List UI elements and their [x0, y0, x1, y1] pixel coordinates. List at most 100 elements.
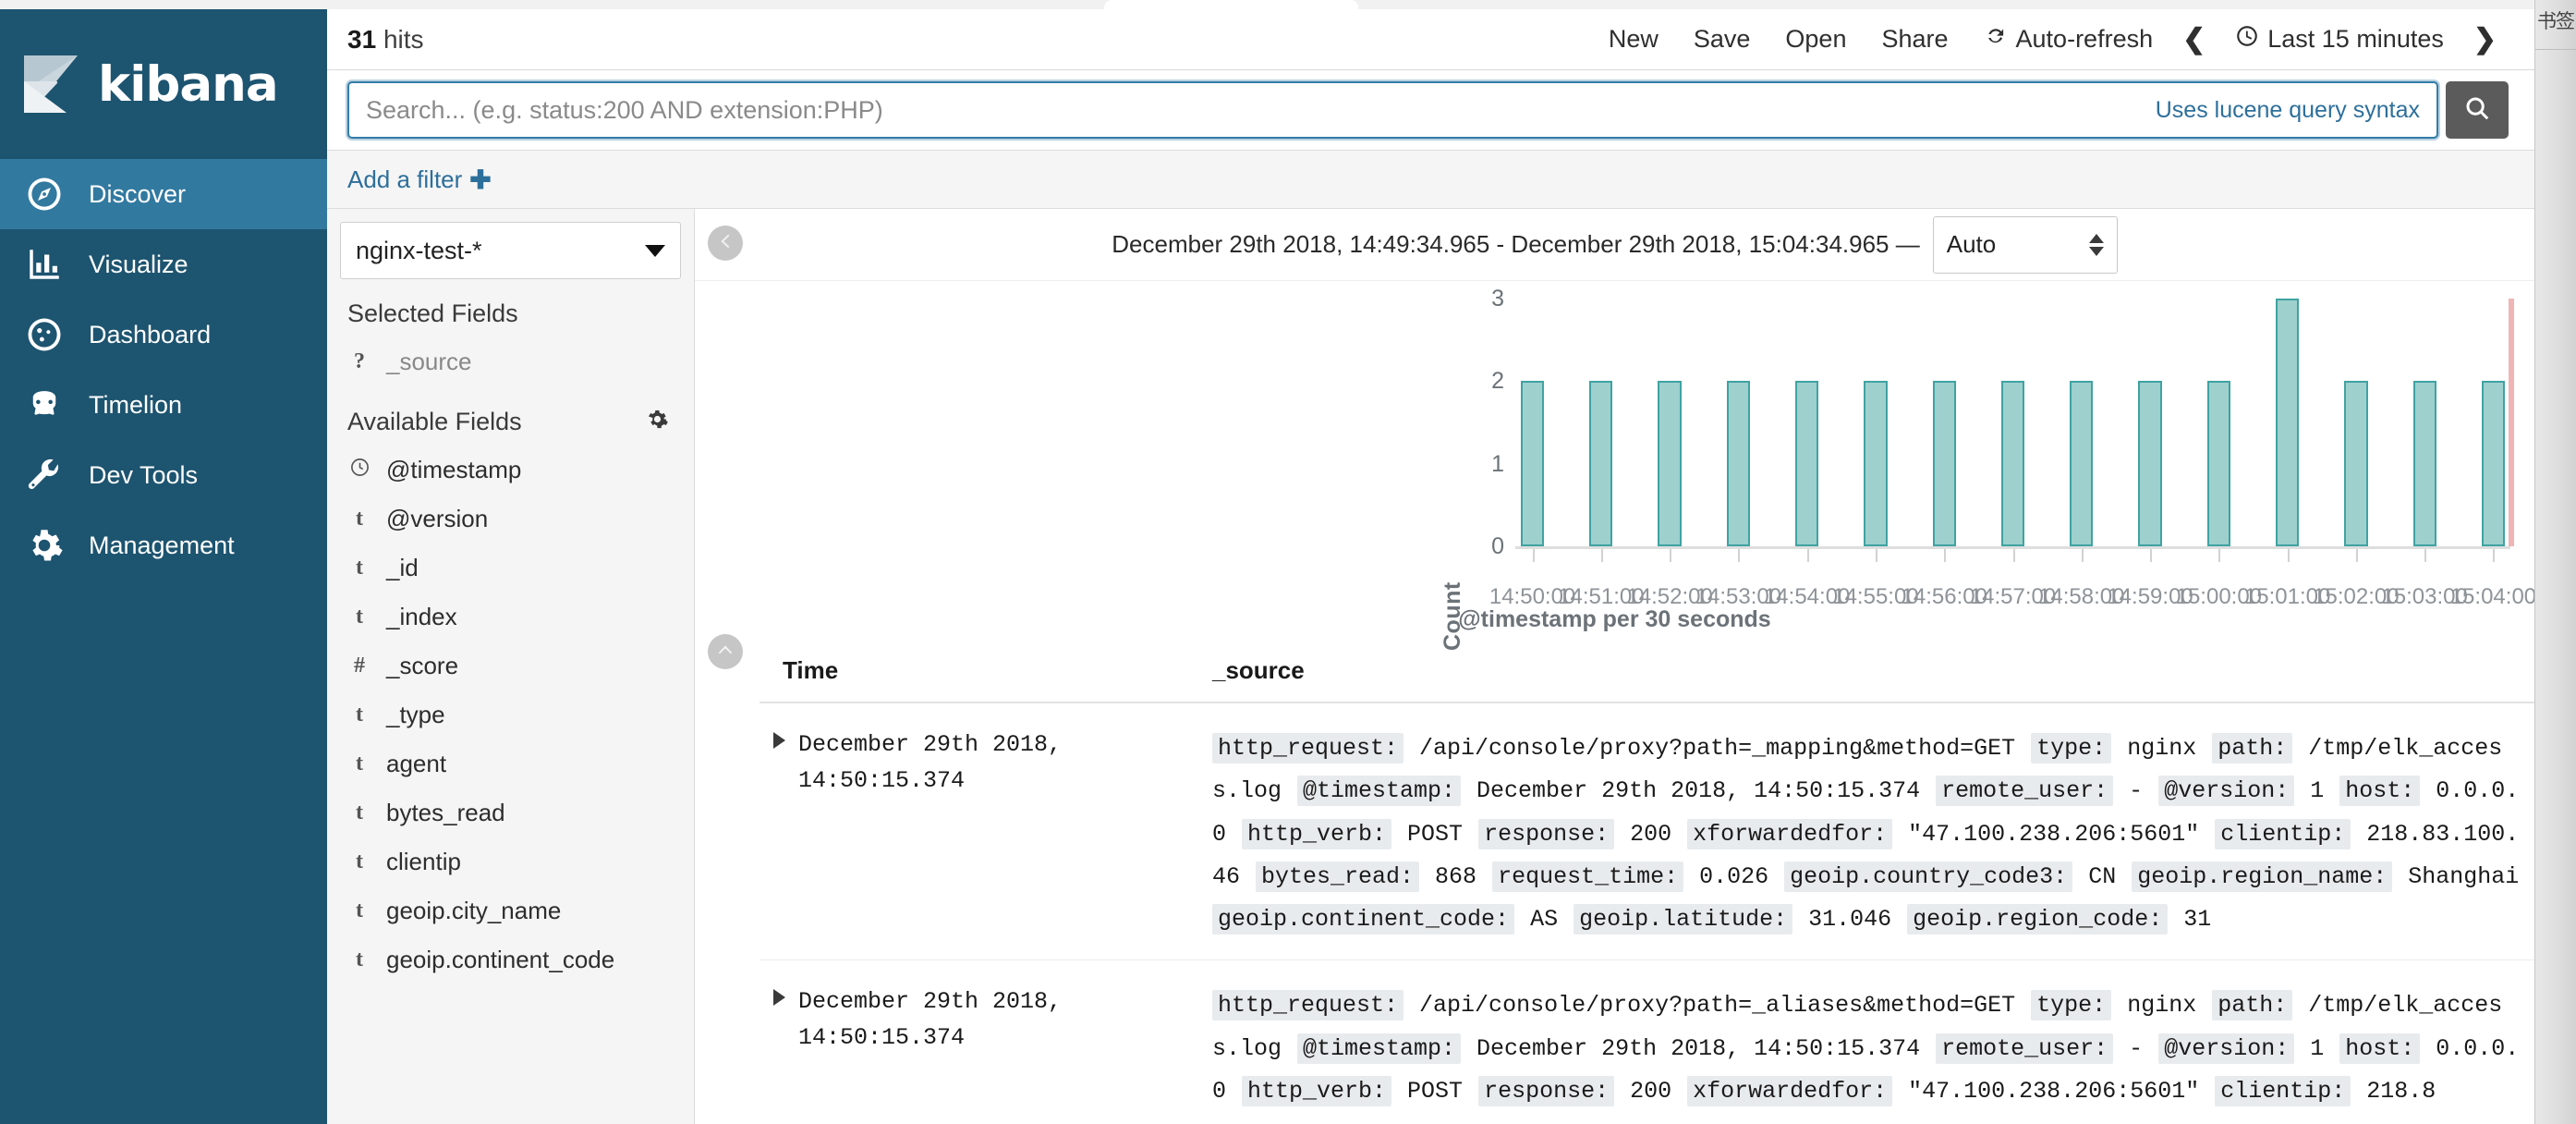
chart-plot-area[interactable]: 14:50:0014:51:0014:52:0014:53:0014:54:00…	[1515, 301, 2510, 549]
y-axis-tick-label: 1	[1458, 451, 1504, 478]
cell-time: December 29th 2018, 14:50:15.374	[798, 984, 1212, 1113]
field-name: agent	[386, 750, 446, 778]
histogram-bar[interactable]	[1658, 381, 1681, 546]
source-field-value: 31	[2168, 906, 2213, 933]
sidebar-item-visualize[interactable]: Visualize	[0, 229, 327, 299]
histogram-bar[interactable]	[1521, 381, 1544, 546]
field-item-score[interactable]: # _score	[327, 641, 694, 690]
sidebar-item-dashboard[interactable]: Dashboard	[0, 299, 327, 370]
field-type-string-icon: t	[347, 605, 371, 629]
gear-icon[interactable]	[645, 407, 670, 436]
chevron-left-icon	[715, 231, 735, 256]
field-item-geoip-city-name[interactable]: t geoip.city_name	[327, 886, 694, 935]
source-field-value: CN	[2072, 863, 2132, 890]
source-field-key: http_request:	[1212, 990, 1403, 1020]
field-item-agent[interactable]: t agent	[327, 739, 694, 788]
column-header-source[interactable]: _source	[1212, 656, 1305, 685]
field-type-string-icon: t	[347, 556, 371, 580]
top-bar: 31 hits New Save Open Share Auto-refresh…	[327, 9, 2534, 70]
source-field-value: nginx	[2111, 735, 2212, 762]
share-button[interactable]: Share	[1864, 25, 1965, 54]
sidebar-divider	[2535, 49, 2576, 50]
source-field-key: geoip.continent_code:	[1212, 904, 1514, 935]
field-item-geoip-continent-code[interactable]: t geoip.continent_code	[327, 935, 694, 984]
hits-label: hits	[383, 25, 424, 54]
histogram-bar[interactable]	[2344, 381, 2367, 546]
table-row[interactable]: December 29th 2018, 14:50:15.374http_req…	[759, 703, 2534, 960]
field-item-timestamp[interactable]: @timestamp	[327, 446, 694, 495]
auto-refresh-button[interactable]: Auto-refresh	[1966, 24, 2171, 55]
expand-row-button[interactable]	[759, 727, 798, 941]
x-axis-tickmark	[1944, 549, 1946, 562]
sidebar-item-label: Discover	[89, 180, 186, 209]
save-button[interactable]: Save	[1676, 25, 1768, 54]
x-axis-tickmark	[2082, 549, 2084, 562]
histogram-bar[interactable]	[1864, 381, 1887, 546]
browser-active-tab[interactable]	[1104, 0, 1358, 9]
histogram-bar[interactable]	[1727, 381, 1750, 546]
column-header-time[interactable]: Time	[759, 656, 1212, 685]
index-pattern-value: nginx-test-*	[356, 237, 482, 265]
field-name: _source	[386, 348, 472, 376]
histogram-bar[interactable]	[2413, 381, 2436, 546]
sidebar-item-discover[interactable]: Discover	[0, 159, 327, 229]
histogram-bar[interactable]	[2276, 299, 2299, 546]
field-name: _id	[386, 554, 419, 582]
histogram-chart[interactable]: Count 0123 14:50:0014:51:0014:52:0014:53…	[695, 281, 2534, 595]
interval-select[interactable]: Auto	[1933, 216, 2118, 274]
add-filter-button[interactable]: Add a filter ✚	[347, 165, 492, 195]
time-picker-label: Last 15 minutes	[2267, 25, 2444, 54]
table-row[interactable]: December 29th 2018, 14:50:15.374http_req…	[759, 960, 2534, 1124]
new-button[interactable]: New	[1591, 25, 1676, 54]
bookmarks-label: 书签	[2537, 11, 2576, 32]
histogram-bar[interactable]	[2070, 381, 2093, 546]
field-name: geoip.continent_code	[386, 946, 614, 974]
field-item-source[interactable]: ? _source	[327, 337, 694, 386]
field-type-string-icon: t	[347, 898, 371, 923]
sidebar-item-timelion[interactable]: Timelion	[0, 370, 327, 440]
query-input-wrapper[interactable]: Uses lucene query syntax	[347, 81, 2438, 139]
field-item-index[interactable]: t _index	[327, 593, 694, 641]
histogram-bar[interactable]	[2482, 381, 2505, 546]
sidebar-item-management[interactable]: Management	[0, 510, 327, 580]
timelion-icon	[24, 385, 65, 425]
source-field-value: POST	[1391, 1078, 1478, 1105]
source-field-value: 200	[1614, 1078, 1687, 1105]
field-item-version[interactable]: t @version	[327, 495, 694, 544]
time-next-button[interactable]: ❯	[2461, 23, 2509, 55]
expand-row-button[interactable]	[759, 984, 798, 1113]
new-button-label: New	[1609, 25, 1659, 54]
lucene-syntax-hint[interactable]: Uses lucene query syntax	[2156, 97, 2420, 124]
x-axis-tickmark	[1738, 549, 1740, 562]
hits-counter: 31 hits	[347, 25, 424, 55]
index-pattern-select[interactable]: nginx-test-*	[340, 222, 681, 279]
field-item-id[interactable]: t _id	[327, 544, 694, 593]
histogram-bar[interactable]	[1589, 381, 1612, 546]
histogram-bar[interactable]	[1933, 381, 1956, 546]
field-name: clientip	[386, 848, 461, 876]
field-name: _score	[386, 652, 458, 680]
histogram-bar[interactable]	[2138, 381, 2161, 546]
search-input[interactable]	[366, 96, 2156, 125]
field-item-bytes-read[interactable]: t bytes_read	[327, 788, 694, 837]
source-field-key: remote_user:	[1936, 1033, 2113, 1064]
search-icon	[2463, 94, 2491, 127]
search-submit-button[interactable]	[2446, 81, 2509, 139]
kibana-logo[interactable]: kibana	[0, 9, 327, 159]
open-button[interactable]: Open	[1768, 25, 1864, 54]
source-field-key: host:	[2339, 1033, 2420, 1064]
collapse-sidebar-button[interactable]	[708, 226, 743, 261]
browser-bookmarks-sidebar[interactable]: 书签	[2534, 0, 2576, 1124]
histogram-bar[interactable]	[2207, 381, 2230, 546]
source-field-key: http_request:	[1212, 733, 1403, 764]
field-item-clientip[interactable]: t clientip	[327, 837, 694, 886]
histogram-bar[interactable]	[1795, 381, 1818, 546]
field-item-type[interactable]: t _type	[327, 690, 694, 739]
histogram-bar[interactable]	[2001, 381, 2024, 546]
sidebar-item-dev-tools[interactable]: Dev Tools	[0, 440, 327, 510]
discover-main: December 29th 2018, 14:49:34.965 - Decem…	[695, 209, 2534, 1124]
open-button-label: Open	[1785, 25, 1846, 54]
field-name: @timestamp	[386, 456, 521, 484]
time-prev-button[interactable]: ❮	[2170, 23, 2218, 55]
time-picker-button[interactable]: Last 15 minutes	[2218, 24, 2461, 55]
